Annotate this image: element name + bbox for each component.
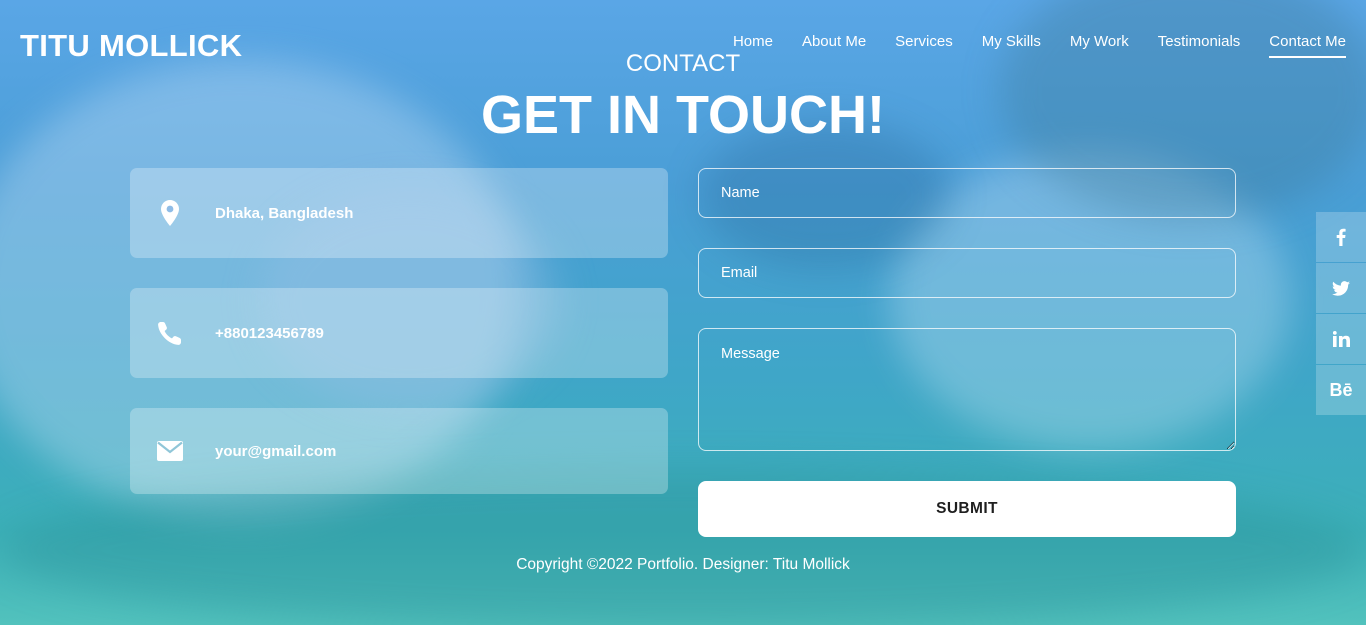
message-textarea[interactable] (698, 328, 1236, 451)
copyright-text: Copyright ©2022 Portfolio. Designer: Tit… (516, 556, 850, 573)
location-card: Dhaka, Bangladesh (130, 168, 668, 258)
email-text: your@gmail.com (215, 442, 337, 460)
name-input[interactable] (698, 168, 1236, 218)
map-pin-icon (130, 200, 210, 226)
phone-text: +880123456789 (215, 324, 324, 342)
facebook-icon[interactable] (1316, 212, 1366, 262)
behance-glyph: Bē (1329, 379, 1353, 400)
submit-button[interactable]: SUBMIT (698, 481, 1236, 537)
section-subtitle: CONTACT (625, 50, 741, 77)
location-text: Dhaka, Bangladesh (215, 204, 354, 222)
phone-card: +880123456789 (130, 288, 668, 378)
behance-icon[interactable]: Bē (1316, 365, 1366, 415)
email-card: your@gmail.com (130, 408, 668, 494)
phone-icon (130, 321, 210, 345)
email-input[interactable] (698, 248, 1236, 298)
section-title: GET IN TOUCH! (481, 85, 885, 145)
linkedin-icon[interactable] (1316, 314, 1366, 364)
social-sidebar: Bē (1316, 212, 1366, 416)
envelope-icon (130, 441, 210, 461)
twitter-icon[interactable] (1316, 263, 1366, 313)
